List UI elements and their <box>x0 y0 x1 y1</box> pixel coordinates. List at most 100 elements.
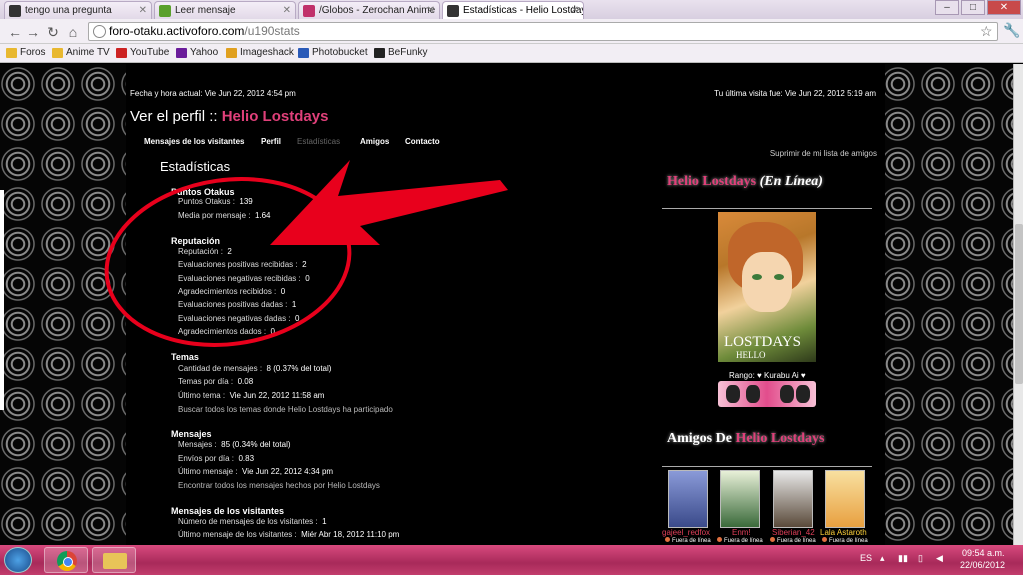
page-scrollbar[interactable] <box>1013 64 1023 545</box>
friend-name[interactable]: gajeel_redfox <box>662 528 710 537</box>
browser-tab-2[interactable]: Leer mensaje ✕ <box>154 1 296 19</box>
offline-status-icon <box>822 537 827 542</box>
windows-taskbar: ES ▴ ▮▮ ▯ ◀ 09:54 a.m. 22/06/2012 <box>0 545 1023 575</box>
offline-status-icon <box>770 537 775 542</box>
stat-row: Temas por día : 0.08 <box>178 377 253 386</box>
taskbar-explorer-button[interactable] <box>92 547 136 573</box>
close-tab-icon[interactable]: ✕ <box>283 2 291 19</box>
bookmark-anime-tv[interactable]: Anime TV <box>52 44 110 62</box>
stat-row: Envíos por día : 0.83 <box>178 454 254 463</box>
stat-value: Vie Jun 22, 2012 11:58 am <box>229 391 325 400</box>
stat-label: Mensajes : <box>178 440 217 449</box>
friends-heading-prefix: Amigos De <box>667 431 732 446</box>
friend-avatar-enm[interactable] <box>720 470 760 528</box>
group-title-visitantes: Mensajes de los visitantes <box>171 506 285 516</box>
tab-perfil[interactable]: Perfil <box>261 137 281 146</box>
bookmark-foros[interactable]: Foros <box>6 44 46 62</box>
page-info-icon[interactable] <box>93 25 106 38</box>
stat-value: Miér Abr 18, 2012 11:10 pm <box>301 530 400 539</box>
tab-contacto[interactable]: Contacto <box>405 137 440 146</box>
language-indicator[interactable]: ES <box>860 553 872 563</box>
remove-friend-link[interactable]: Suprimir de mi lista de amigos <box>770 149 877 158</box>
stat-row: Evaluaciones negativas recibidas : 0 <box>178 274 310 283</box>
bookmark-photobucket[interactable]: Photobucket <box>298 44 368 62</box>
battery-icon[interactable]: ▯ <box>918 553 923 564</box>
bookmark-star-icon[interactable]: ☆ <box>980 23 993 40</box>
close-tab-icon[interactable]: ✕ <box>571 2 579 19</box>
search-topics-link[interactable]: Buscar todos los temas donde Helio Lostd… <box>178 405 393 414</box>
avatar-text: HELLO <box>736 350 766 360</box>
tab-amigos[interactable]: Amigos <box>360 137 389 146</box>
offline-status-icon <box>717 537 722 542</box>
stat-label: Número de mensajes de los visitantes : <box>178 517 318 526</box>
stat-label: Último tema : <box>178 391 226 400</box>
avatar-text: LOSTDAYS <box>724 334 801 350</box>
reload-icon[interactable]: ↻ <box>44 23 62 41</box>
stat-row: Media por mensaje : 1.64 <box>178 211 271 220</box>
friend-status-text: Fuera de línea <box>829 538 868 544</box>
show-hidden-icons[interactable]: ▴ <box>880 553 885 564</box>
stat-label: Agradecimientos recibidos : <box>178 287 277 296</box>
close-tab-icon[interactable]: ✕ <box>427 2 435 19</box>
last-visit: Tu última visita fue: Vie Jun 22, 2012 5… <box>714 89 876 98</box>
url-path: /u190stats <box>244 24 300 38</box>
rank-image <box>718 381 816 407</box>
home-icon[interactable]: ⌂ <box>64 23 82 41</box>
friend-name[interactable]: Lala Astaroth <box>820 528 867 537</box>
back-icon[interactable]: ← <box>6 23 24 41</box>
friend-avatar-siberian[interactable] <box>773 470 813 528</box>
stat-row: Puntos Otakus : 139 <box>178 197 253 206</box>
bookmark-befunky[interactable]: BeFunky <box>374 44 427 62</box>
tab-label: Estadísticas - Helio Lostdays <box>463 5 584 16</box>
browser-tab-4[interactable]: Estadísticas - Helio Lostdays ✕ <box>442 1 584 19</box>
friend-avatar-gajeel[interactable] <box>668 470 708 528</box>
volume-icon[interactable]: ◀ <box>936 553 943 564</box>
chrome-icon <box>57 551 77 571</box>
stat-label: Envíos por día : <box>178 454 235 463</box>
find-posts-link[interactable]: Encontrar todos los mensajes hechos por … <box>178 481 380 490</box>
bookmark-imageshack[interactable]: Imageshack <box>226 44 294 62</box>
stat-value: 0 <box>305 274 310 283</box>
stat-value: 0.83 <box>238 454 255 463</box>
stat-value: 2 <box>227 247 232 256</box>
folder-icon <box>6 48 17 58</box>
friend-name[interactable]: Enm! <box>732 528 751 537</box>
close-window-button[interactable]: ✕ <box>987 0 1021 15</box>
friend-status: Fuera de línea <box>822 537 868 544</box>
network-icon[interactable]: ▮▮ <box>898 553 908 564</box>
start-button[interactable] <box>4 547 32 573</box>
bookmark-youtube[interactable]: YouTube <box>116 44 169 62</box>
tab-strip: tengo una pregunta ✕ Leer mensaje ✕ /Glo… <box>0 0 1023 19</box>
forward-icon[interactable]: → <box>24 23 42 41</box>
address-bar[interactable]: foro-otaku.activoforo.com/u190stats <box>88 22 998 41</box>
friend-avatar-lala[interactable] <box>825 470 865 528</box>
profile-username[interactable]: Helio Lostdays <box>222 108 329 125</box>
window-controls: – □ ✕ <box>935 0 1021 15</box>
close-tab-icon[interactable]: ✕ <box>139 2 147 19</box>
bookmark-label: Imageshack <box>240 47 294 58</box>
stat-value: 1.64 <box>254 211 271 220</box>
scrollbar-thumb[interactable] <box>1015 224 1023 384</box>
stat-value: 0 <box>294 314 300 323</box>
stat-row: Evaluaciones positivas dadas : 1 <box>178 300 296 309</box>
title-prefix: Ver el perfil :: <box>130 108 218 125</box>
maximize-button[interactable]: □ <box>961 0 985 15</box>
stat-row: Número de mensajes de los visitantes : 1 <box>178 517 327 526</box>
tab-mensajes-visitantes[interactable]: Mensajes de los visitantes <box>144 137 245 146</box>
tab-label: /Globos - Zerochan Anime <box>319 5 436 16</box>
browser-tab-3[interactable]: /Globos - Zerochan Anime ✕ <box>298 1 440 19</box>
wrench-menu-icon[interactable]: 🔧 <box>1003 22 1020 39</box>
bookmark-yahoo[interactable]: Yahoo <box>176 44 218 62</box>
friend-name[interactable]: Siberian_42 <box>772 528 815 537</box>
imageshack-icon <box>226 48 237 58</box>
stat-row: Cantidad de mensajes : 8 (0.37% del tota… <box>178 364 331 373</box>
clock-time[interactable]: 09:54 a.m. <box>962 548 1005 558</box>
friends-heading: Amigos De Helio Lostdays <box>667 431 825 447</box>
browser-tab-1[interactable]: tengo una pregunta ✕ <box>4 1 152 19</box>
minimize-button[interactable]: – <box>935 0 959 15</box>
taskbar-chrome-button[interactable] <box>44 547 88 573</box>
youtube-icon <box>116 48 127 58</box>
stat-row: Agradecimientos dados : 0 <box>178 327 275 336</box>
tab-estadisticas[interactable]: Estadísticas <box>297 137 340 146</box>
clock-date[interactable]: 22/06/2012 <box>960 560 1005 570</box>
